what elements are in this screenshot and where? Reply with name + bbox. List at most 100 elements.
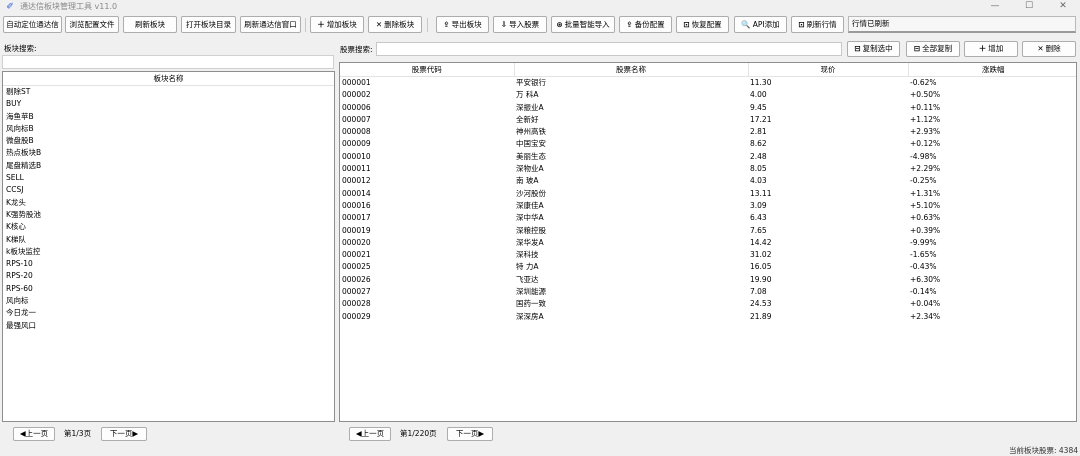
stock-name-cell: 美丽生态 bbox=[516, 151, 546, 161]
stock-table-row[interactable]: 000016 深康佳A 3.09 +5.10% bbox=[340, 200, 1076, 212]
block-list-item[interactable]: K梯队 bbox=[3, 234, 334, 246]
stock-price-cell: 24.53 bbox=[750, 299, 772, 309]
stock-next-page-button[interactable]: 下一页▶ bbox=[447, 427, 493, 441]
block-list-item[interactable]: 海鱼苹B bbox=[3, 111, 334, 123]
x-icon: ✕ bbox=[375, 20, 383, 29]
stock-name-cell: 南 玻A bbox=[516, 176, 539, 186]
stock-price-cell: 8.62 bbox=[750, 139, 767, 149]
stock-table-row[interactable]: 000006 深振业A 9.45 +0.11% bbox=[340, 102, 1076, 114]
stock-price-cell: 16.05 bbox=[750, 262, 772, 272]
block-list-item[interactable]: K龙头 bbox=[3, 197, 334, 209]
export-block-button[interactable]: ⇪ 导出板块 bbox=[436, 16, 489, 33]
column-header-code[interactable]: 股票代码 bbox=[340, 63, 515, 77]
block-list-item[interactable]: 今日龙一 bbox=[3, 307, 334, 319]
backup-icon: ⇪ bbox=[626, 20, 633, 29]
stock-prev-page-button[interactable]: ◀上一页 bbox=[349, 427, 391, 441]
open-block-dir-button[interactable]: 打开板块目录 bbox=[181, 16, 236, 33]
stock-name-cell: 深深房A bbox=[516, 311, 544, 321]
delete-stock-button[interactable]: ✕ 删除 bbox=[1022, 41, 1076, 57]
copy-selected-button[interactable]: ⊟ 复制选中 bbox=[847, 41, 900, 57]
stock-price-cell: 8.05 bbox=[750, 164, 767, 174]
stock-code-cell: 000017 bbox=[342, 213, 371, 223]
stock-table-row[interactable]: 000009 中国宝安 8.62 +0.12% bbox=[340, 138, 1076, 150]
stock-table-row[interactable]: 000011 深物业A 8.05 +2.29% bbox=[340, 163, 1076, 175]
block-list-item[interactable]: CCSJ bbox=[3, 184, 334, 196]
stock-table-row[interactable]: 000012 南 玻A 4.03 -0.25% bbox=[340, 175, 1076, 187]
stock-change-cell: +1.12% bbox=[910, 114, 941, 124]
block-list-item[interactable]: K核心 bbox=[3, 221, 334, 233]
stock-table-row[interactable]: 000001 平安银行 11.30 -0.62% bbox=[340, 77, 1076, 90]
block-list-item[interactable]: 剔除ST bbox=[3, 86, 334, 98]
stock-table-row[interactable]: 000007 全新好 17.21 +1.12% bbox=[340, 114, 1076, 126]
plus-icon: ＋ bbox=[317, 20, 325, 29]
refresh-blocks-button[interactable]: 刷新板块 bbox=[123, 16, 177, 33]
close-button[interactable]: ✕ bbox=[1046, 0, 1080, 13]
x-icon: ✕ bbox=[1037, 44, 1044, 53]
add-stock-button[interactable]: ＋增加 bbox=[964, 41, 1018, 57]
column-header-price[interactable]: 现价 bbox=[748, 63, 909, 77]
column-header-name[interactable]: 股票名称 bbox=[514, 63, 749, 77]
block-next-page-button[interactable]: 下一页▶ bbox=[101, 427, 147, 441]
block-list-item[interactable]: 尾盘精选B bbox=[3, 160, 334, 172]
stock-change-cell: +2.93% bbox=[910, 127, 941, 137]
stock-table-row[interactable]: 000027 深圳能源 7.08 -0.14% bbox=[340, 286, 1076, 298]
stock-table-row[interactable]: 000026 飞亚达 19.90 +6.30% bbox=[340, 274, 1076, 286]
api-add-button[interactable]: 🔍 API添加 bbox=[734, 16, 787, 33]
plus-icon: ＋ bbox=[978, 44, 987, 53]
stock-table-row[interactable]: 000029 深深房A 21.89 +2.34% bbox=[340, 311, 1076, 323]
stock-table-row[interactable]: 000008 神州高铁 2.81 +2.93% bbox=[340, 126, 1076, 138]
stock-code-cell: 000020 bbox=[342, 237, 371, 247]
stock-table-row[interactable]: 000025 特 力A 16.05 -0.43% bbox=[340, 261, 1076, 273]
block-list-item[interactable]: RPS-20 bbox=[3, 270, 334, 282]
block-list-item[interactable]: SELL bbox=[3, 172, 334, 184]
stock-name-cell: 深振业A bbox=[516, 102, 544, 112]
column-header-change[interactable]: 涨跌幅 bbox=[908, 63, 1076, 77]
stock-table-row[interactable]: 000028 国药一致 24.53 +0.04% bbox=[340, 298, 1076, 310]
stock-table-row[interactable]: 000019 深粮控股 7.65 +0.39% bbox=[340, 225, 1076, 237]
block-prev-page-button[interactable]: ◀上一页 bbox=[13, 427, 55, 441]
stock-code-cell: 000019 bbox=[342, 225, 371, 235]
stock-table-row[interactable]: 000017 深中华A 6.43 +0.63% bbox=[340, 212, 1076, 224]
block-list-item[interactable]: RPS-10 bbox=[3, 258, 334, 270]
block-list-item[interactable]: 热点板块B bbox=[3, 147, 334, 159]
stock-change-cell: +0.12% bbox=[910, 139, 941, 149]
maximize-button[interactable]: ☐ bbox=[1012, 0, 1046, 13]
delete-block-button[interactable]: ✕ 删除板块 bbox=[368, 16, 422, 33]
stock-price-cell: 2.81 bbox=[750, 127, 767, 137]
browse-config-button[interactable]: 浏览配置文件 bbox=[65, 16, 119, 33]
backup-config-button[interactable]: ⇪ 备份配置 bbox=[619, 16, 672, 33]
batch-smart-import-button[interactable]: ⊛ 批量智能导入 bbox=[551, 16, 615, 33]
block-list-item[interactable]: K强势股池 bbox=[3, 209, 334, 221]
refresh-tdx-window-button[interactable]: 刷新通达信窗口 bbox=[240, 16, 301, 33]
restore-config-button[interactable]: ⊡ 恢复配置 bbox=[676, 16, 729, 33]
stock-search-input[interactable] bbox=[376, 42, 842, 56]
auto-locate-tdx-button[interactable]: 自动定位通达信 bbox=[3, 16, 62, 33]
stock-code-cell: 000007 bbox=[342, 114, 371, 124]
import-stocks-button[interactable]: ⇩ 导入股票 bbox=[493, 16, 547, 33]
add-block-button[interactable]: ＋增加板块 bbox=[310, 16, 364, 33]
block-list-item[interactable]: BUY bbox=[3, 98, 334, 110]
stock-name-cell: 万 科A bbox=[516, 90, 539, 100]
stock-price-cell: 7.08 bbox=[750, 287, 767, 297]
block-list-item[interactable]: 风向标B bbox=[3, 123, 334, 135]
copy-all-button[interactable]: ⊟ 全部复制 bbox=[906, 41, 960, 57]
stock-name-cell: 深圳能源 bbox=[516, 287, 546, 297]
block-list-item[interactable]: k板块监控 bbox=[3, 246, 334, 258]
block-search-label: 板块搜索: bbox=[4, 44, 37, 53]
stock-change-cell: +5.10% bbox=[910, 200, 941, 210]
smart-import-icon: ⊛ bbox=[556, 20, 563, 29]
block-list-item[interactable]: 微盘股B bbox=[3, 135, 334, 147]
minimize-button[interactable]: — bbox=[978, 0, 1012, 13]
stock-change-cell: +0.63% bbox=[910, 213, 941, 223]
stock-table-row[interactable]: 000014 沙河股份 13.11 +1.31% bbox=[340, 188, 1076, 200]
block-list-item[interactable]: 最强风口 bbox=[3, 320, 334, 332]
stock-table-row[interactable]: 000020 深华发A 14.42 -9.99% bbox=[340, 237, 1076, 249]
refresh-quotes-button[interactable]: ⊡ 刷新行情 bbox=[791, 16, 844, 33]
block-search-input[interactable] bbox=[2, 55, 334, 69]
stock-table-row[interactable]: 000010 美丽生态 2.48 -4.98% bbox=[340, 151, 1076, 163]
block-list-item[interactable]: 风向标 bbox=[3, 295, 334, 307]
block-list-item[interactable]: RPS-60 bbox=[3, 283, 334, 295]
stock-table-row[interactable]: 000021 深科技 31.02 -1.65% bbox=[340, 249, 1076, 261]
block-list-header[interactable]: 板块名称 bbox=[3, 72, 334, 86]
stock-table-row[interactable]: 000002 万 科A 4.00 +0.50% bbox=[340, 89, 1076, 101]
